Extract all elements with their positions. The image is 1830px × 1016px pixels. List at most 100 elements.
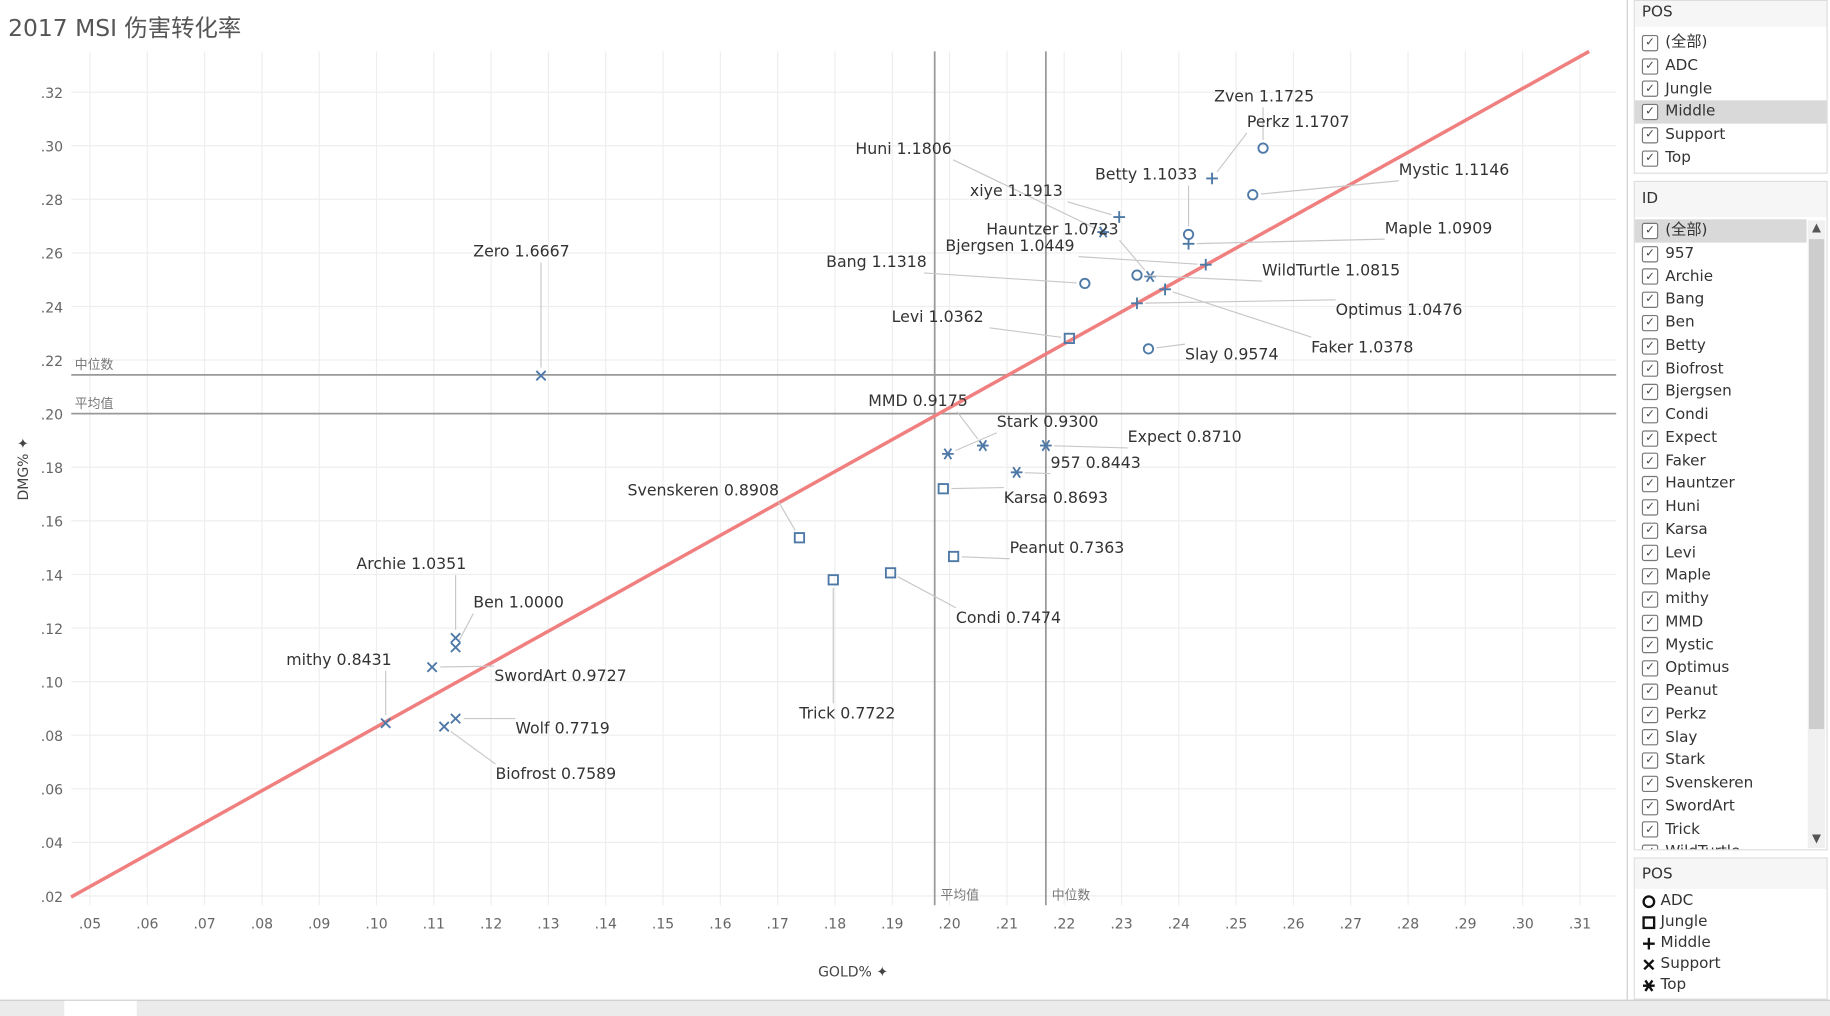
checkbox[interactable]: ✓ <box>1641 591 1659 608</box>
id-filter-item[interactable]: ✓ Ben <box>1635 311 1807 334</box>
data-point[interactable] <box>793 532 806 544</box>
pos-filter-item[interactable]: ✓ Middle <box>1634 100 1827 124</box>
checkbox[interactable]: ✓ <box>1641 844 1659 850</box>
data-point[interactable] <box>1247 189 1259 201</box>
checkbox[interactable]: ✓ <box>1641 150 1659 167</box>
id-filter-item[interactable]: ✓ Mystic <box>1635 634 1807 657</box>
checkbox[interactable]: ✓ <box>1641 360 1659 378</box>
checkbox[interactable]: ✓ <box>1641 821 1659 838</box>
x-tick-label: .10 <box>365 917 387 933</box>
pos-filter-item[interactable]: ✓ ADC <box>1635 55 1827 78</box>
checkbox[interactable]: ✓ <box>1641 222 1659 239</box>
id-filter-item[interactable]: ✓ (全部) <box>1634 219 1807 243</box>
data-point[interactable] <box>976 439 989 452</box>
checkbox[interactable]: ✓ <box>1641 522 1659 539</box>
data-point[interactable] <box>426 661 438 673</box>
checkbox[interactable]: ✓ <box>1641 103 1659 121</box>
scroll-up-icon[interactable]: ▲ <box>1808 220 1826 236</box>
data-point[interactable] <box>1182 228 1195 241</box>
checkbox[interactable]: ✓ <box>1641 476 1659 493</box>
pos-filter-item[interactable]: ✓ Top <box>1635 147 1827 170</box>
checkbox[interactable]: ✓ <box>1641 337 1659 355</box>
checkbox[interactable]: ✓ <box>1641 268 1659 286</box>
data-point[interactable] <box>450 632 461 644</box>
id-filter-item[interactable]: ✓ Betty <box>1635 334 1807 357</box>
data-point[interactable] <box>450 641 461 653</box>
legend-item[interactable]: Jungle <box>1635 912 1827 933</box>
id-filter-item[interactable]: ✓ Huni <box>1635 496 1807 519</box>
id-filter-item[interactable]: ✓ Maple <box>1635 565 1807 588</box>
data-point[interactable] <box>1010 466 1023 479</box>
checkbox[interactable]: ✓ <box>1641 499 1659 516</box>
checkbox[interactable]: ✓ <box>1641 314 1659 332</box>
data-point[interactable] <box>884 567 897 579</box>
data-point[interactable] <box>1257 142 1269 154</box>
checkbox[interactable]: ✓ <box>1641 406 1659 424</box>
id-filter-scrollbar[interactable]: ▲ ▼ <box>1807 220 1826 849</box>
id-filter-item[interactable]: ✓ Slay <box>1635 726 1807 749</box>
checkbox[interactable]: ✓ <box>1641 775 1659 792</box>
data-point[interactable] <box>937 483 949 495</box>
legend-item[interactable]: Support <box>1635 954 1827 975</box>
legend-item[interactable]: ADC <box>1635 891 1827 912</box>
checkbox[interactable]: ✓ <box>1641 453 1659 470</box>
id-filter-item[interactable]: ✓ Trick <box>1635 818 1807 841</box>
id-filter-item[interactable]: ✓ Levi <box>1635 542 1807 565</box>
checkbox[interactable]: ✓ <box>1641 57 1659 75</box>
id-filter-item[interactable]: ✓ Karsa <box>1635 519 1807 542</box>
id-filter-item[interactable]: ✓ Expect <box>1635 427 1807 450</box>
checkbox[interactable]: ✓ <box>1641 660 1659 677</box>
id-filter-item[interactable]: ✓ Archie <box>1635 265 1807 288</box>
id-filter-item[interactable]: ✓ 957 <box>1635 242 1807 265</box>
checkbox[interactable]: ✓ <box>1641 637 1659 654</box>
id-filter-item[interactable]: ✓ Condi <box>1635 404 1807 427</box>
checkbox[interactable]: ✓ <box>1641 80 1659 98</box>
data-point[interactable] <box>1079 277 1091 290</box>
pos-filter-item[interactable]: ✓ (全部) <box>1635 31 1827 54</box>
id-filter-item[interactable]: ✓ Optimus <box>1635 657 1807 680</box>
data-point[interactable] <box>1206 172 1218 185</box>
id-filter-item[interactable]: ✓ Perkz <box>1635 703 1807 726</box>
data-point[interactable] <box>947 550 960 563</box>
data-point[interactable] <box>1131 269 1143 281</box>
checkbox[interactable]: ✓ <box>1641 545 1659 562</box>
id-filter-item[interactable]: ✓ Bjergsen <box>1635 381 1807 404</box>
id-filter-item[interactable]: ✓ MMD <box>1635 611 1807 634</box>
data-point[interactable] <box>942 448 954 460</box>
id-filter-item[interactable]: ✓ SwordArt <box>1635 795 1807 818</box>
id-filter-item[interactable]: ✓ mithy <box>1635 588 1807 611</box>
checkbox[interactable]: ✓ <box>1641 383 1659 401</box>
scroll-down-icon[interactable]: ▼ <box>1808 832 1826 848</box>
id-filter-item[interactable]: ✓ Stark <box>1635 749 1807 772</box>
scrollbar-thumb[interactable] <box>1808 239 1825 730</box>
data-point[interactable] <box>1142 343 1155 355</box>
checkbox[interactable]: ✓ <box>1641 34 1659 52</box>
checkbox[interactable]: ✓ <box>1641 429 1659 447</box>
checkbox[interactable]: ✓ <box>1641 752 1659 769</box>
data-point[interactable] <box>1182 237 1195 250</box>
checkbox[interactable]: ✓ <box>1641 127 1659 144</box>
id-filter-item[interactable]: ✓ Hauntzer <box>1635 473 1807 496</box>
checkbox[interactable]: ✓ <box>1641 729 1659 746</box>
checkbox[interactable]: ✓ <box>1641 683 1659 700</box>
id-filter-item[interactable]: ✓ Faker <box>1635 450 1807 473</box>
data-point[interactable] <box>438 721 450 732</box>
id-filter-item[interactable]: ✓ Biofrost <box>1635 358 1807 381</box>
checkbox[interactable]: ✓ <box>1641 614 1659 631</box>
checkbox[interactable]: ✓ <box>1641 245 1659 263</box>
id-filter-item[interactable]: ✓ Peanut <box>1635 680 1807 703</box>
legend-item[interactable]: Middle <box>1635 933 1827 954</box>
id-filter-item[interactable]: ✓ WildTurtle <box>1635 841 1807 850</box>
checkbox[interactable]: ✓ <box>1641 291 1659 309</box>
data-point[interactable] <box>827 574 839 586</box>
checkbox[interactable]: ✓ <box>1641 706 1659 723</box>
checkbox[interactable]: ✓ <box>1641 798 1659 815</box>
legend-item[interactable]: Top <box>1635 975 1827 996</box>
id-filter-item[interactable]: ✓ Svenskeren <box>1635 772 1807 795</box>
pos-filter-item[interactable]: ✓ Support <box>1635 124 1827 147</box>
data-point[interactable] <box>450 713 461 724</box>
id-filter-item[interactable]: ✓ Bang <box>1635 288 1807 311</box>
sheet-tab[interactable] <box>64 1000 137 1016</box>
pos-filter-item[interactable]: ✓ Jungle <box>1635 78 1827 101</box>
checkbox[interactable]: ✓ <box>1641 568 1659 585</box>
